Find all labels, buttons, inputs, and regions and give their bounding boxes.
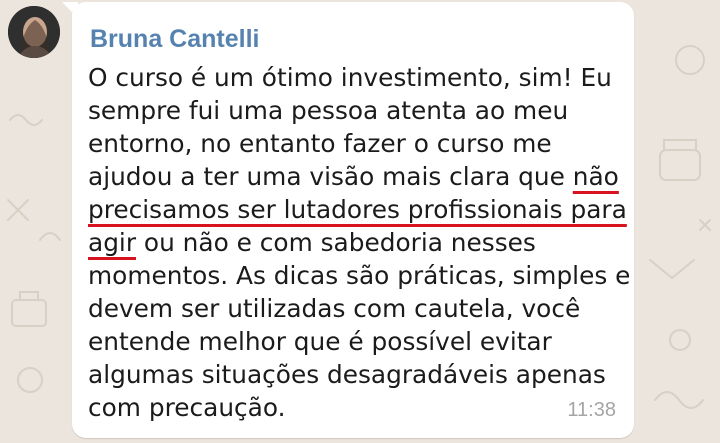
- message-bubble[interactable]: Bruna Cantelli O curso é um ótimo invest…: [72, 2, 634, 438]
- avatar-photo: [8, 6, 60, 58]
- message-timestamp: 11:38: [567, 399, 616, 421]
- sender-avatar[interactable]: [8, 6, 60, 58]
- message-text: O curso é um ótimo investimento, sim! Eu…: [88, 61, 632, 424]
- message-text-part: O curso é um ótimo investimento, sim! Eu…: [88, 63, 612, 191]
- sender-name[interactable]: Bruna Cantelli: [90, 24, 259, 54]
- message-text-part: ou não e com sabedoria nesses momentos. …: [88, 228, 631, 422]
